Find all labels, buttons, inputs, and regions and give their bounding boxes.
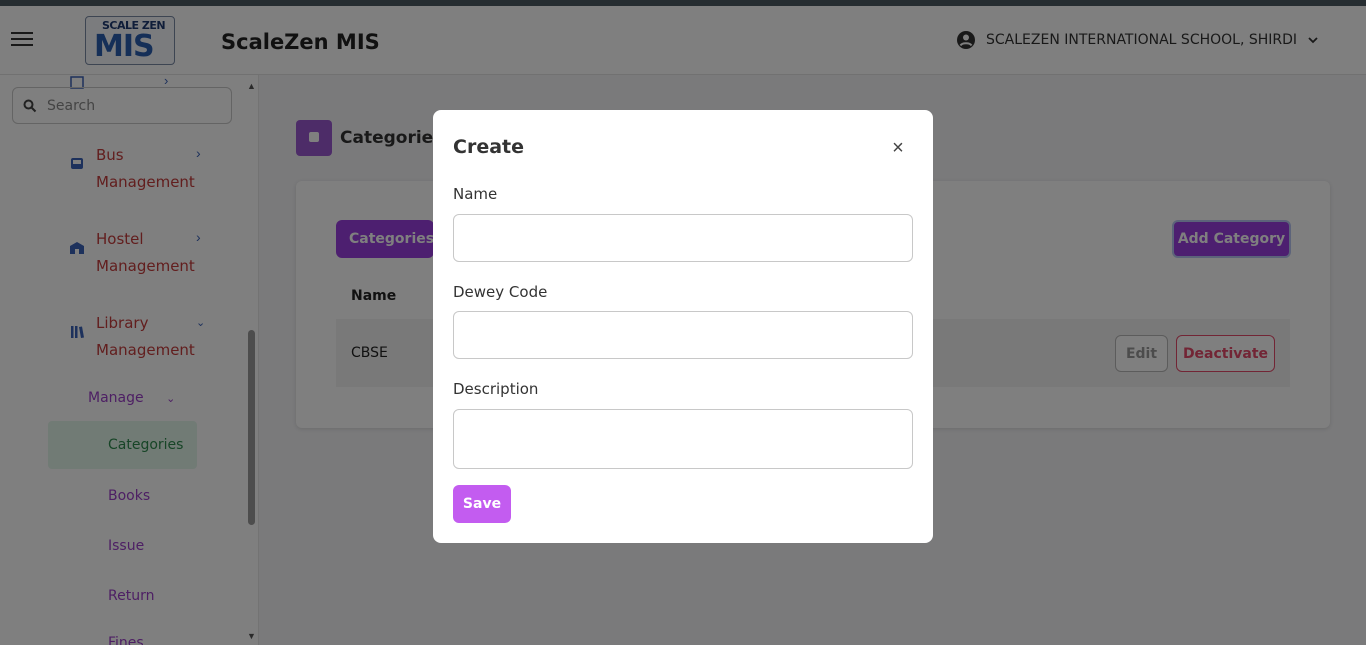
modal-title: Create — [453, 136, 524, 158]
description-label: Description — [453, 380, 539, 398]
dewey-code-field[interactable] — [453, 311, 913, 359]
description-field[interactable] — [453, 409, 913, 469]
close-icon[interactable]: × — [889, 137, 907, 159]
dewey-code-label: Dewey Code — [453, 283, 548, 301]
name-label: Name — [453, 185, 498, 203]
name-field[interactable] — [453, 214, 913, 262]
save-button[interactable]: Save — [453, 485, 511, 523]
create-modal: Create × Name Dewey Code Description Sav… — [433, 110, 933, 543]
